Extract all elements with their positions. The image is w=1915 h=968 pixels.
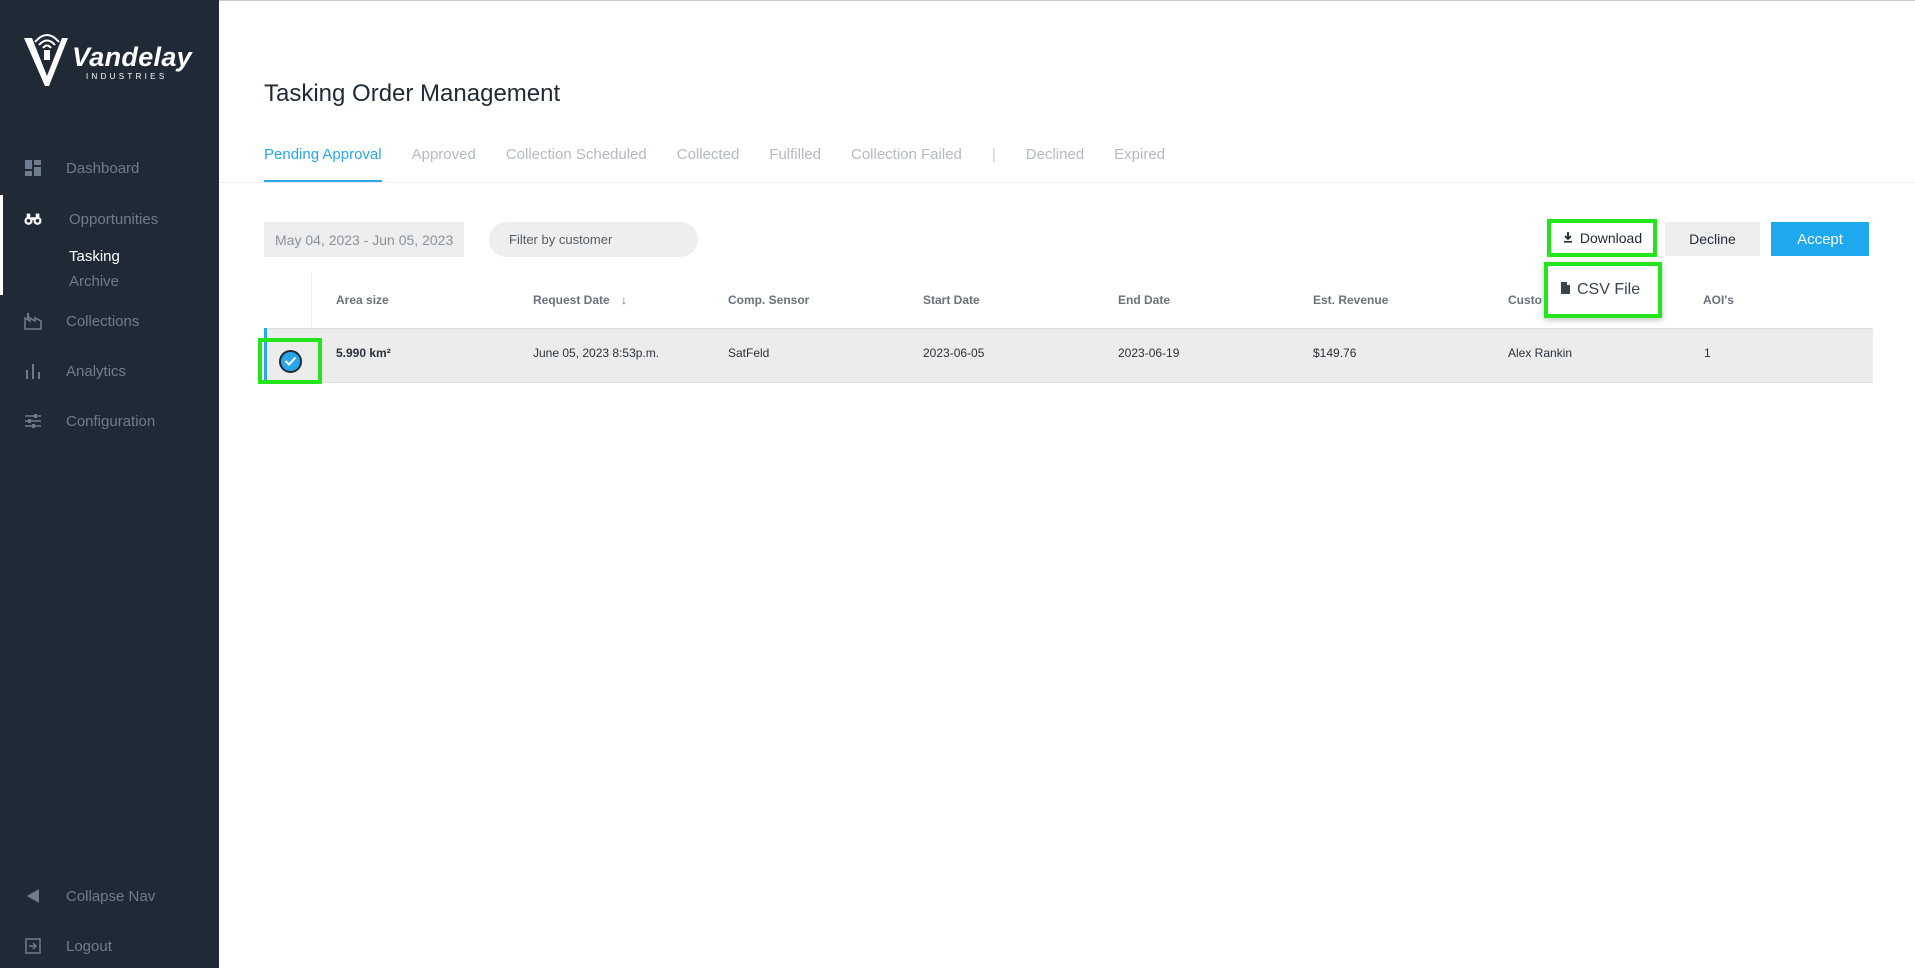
sidebar-item-label: Opportunities	[69, 210, 159, 228]
col-header-request-date[interactable]: Request Date ↓	[533, 293, 627, 307]
customer-filter-input[interactable]	[489, 222, 698, 257]
col-header-customer[interactable]: Custo	[1508, 293, 1542, 307]
cell-aois: 1	[1704, 346, 1711, 360]
col-header-start-date[interactable]: Start Date	[923, 293, 980, 307]
file-icon	[1560, 281, 1571, 300]
date-range-picker[interactable]: May 04, 2023 - Jun 05, 2023	[264, 222, 464, 257]
tab-divider: |	[991, 146, 996, 163]
sidebar-item-configuration[interactable]: Configuration	[0, 406, 219, 436]
select-column-divider	[311, 272, 312, 328]
csv-file-label: CSV File	[1577, 281, 1641, 298]
sidebar-item-opportunities[interactable]: Opportunities	[0, 204, 219, 234]
tab-approved[interactable]: Approved	[412, 146, 476, 182]
vandelay-v-logo-icon	[24, 34, 68, 86]
accept-button[interactable]: Accept	[1771, 222, 1869, 256]
cell-customer: Alex Rankin	[1508, 346, 1573, 360]
tab-collected[interactable]: Collected	[677, 146, 740, 182]
brand-name: Vandelay	[72, 42, 192, 72]
tab-pending-approval[interactable]: Pending Approval	[264, 146, 382, 182]
sort-arrow-down-icon: ↓	[621, 293, 628, 307]
download-icon	[1562, 230, 1574, 246]
cell-start-date: 2023-06-05	[923, 346, 985, 360]
sidebar-item-label: Analytics	[66, 362, 127, 380]
tab-expired[interactable]: Expired	[1114, 146, 1165, 182]
col-header-est-revenue[interactable]: Est. Revenue	[1313, 293, 1388, 307]
download-button[interactable]: Download	[1547, 219, 1657, 257]
cell-request-date: June 05, 2023 8:53p.m.	[533, 346, 660, 360]
row-select-checkbox[interactable]	[258, 338, 322, 384]
status-tabs: Pending Approval Approved Collection Sch…	[264, 146, 1195, 182]
dashboard-icon	[24, 159, 42, 177]
tabs-divider	[219, 182, 1915, 183]
tab-collection-failed[interactable]: Collection Failed	[851, 146, 962, 182]
sidebar-item-analytics[interactable]: Analytics	[0, 356, 219, 386]
cell-area-size: 5.990 km²	[336, 346, 391, 360]
collapse-nav-label: Collapse Nav	[66, 887, 156, 905]
brand-logo[interactable]: Vandelay INDUSTRIES	[22, 30, 202, 90]
col-header-aois[interactable]: AOI's	[1703, 293, 1734, 307]
logout-label: Logout	[66, 937, 112, 955]
col-header-area-size[interactable]: Area size	[336, 293, 389, 307]
col-header-comp-sensor[interactable]: Comp. Sensor	[728, 293, 809, 307]
sliders-icon	[24, 412, 42, 430]
col-header-end-date[interactable]: End Date	[1118, 293, 1170, 307]
collapse-nav-button[interactable]: Collapse Nav	[0, 881, 219, 911]
sidebar-item-collections[interactable]: Collections	[0, 306, 219, 336]
decline-button[interactable]: Decline	[1665, 222, 1760, 256]
tab-fulfilled[interactable]: Fulfilled	[769, 146, 821, 182]
binoculars-icon	[24, 210, 42, 228]
top-border	[219, 0, 1915, 1]
triangle-left-icon	[24, 887, 42, 905]
factory-icon	[24, 312, 42, 330]
checkmark-circle-icon	[278, 349, 302, 373]
col-header-label: Request Date	[533, 293, 610, 307]
download-dropdown-csv-option[interactable]: CSV File	[1544, 262, 1662, 318]
sidebar-subitem-archive[interactable]: Archive	[69, 273, 119, 290]
brand-tagline: INDUSTRIES	[86, 72, 168, 81]
sidebar-item-label: Collections	[66, 312, 140, 330]
download-label: Download	[1579, 230, 1643, 246]
logout-icon	[24, 937, 42, 955]
sidebar-item-dashboard[interactable]: Dashboard	[0, 153, 219, 183]
sidebar-subitem-tasking[interactable]: Tasking	[69, 248, 120, 265]
cell-est-revenue: $149.76	[1313, 346, 1357, 360]
sidebar: Vandelay INDUSTRIES Dashboard Opportunit…	[0, 0, 219, 968]
cell-comp-sensor: SatFeld	[728, 346, 770, 360]
sidebar-item-label: Configuration	[66, 412, 156, 430]
tab-declined[interactable]: Declined	[1026, 146, 1084, 182]
logout-button[interactable]: Logout	[0, 931, 219, 961]
sidebar-item-label: Dashboard	[66, 159, 140, 177]
tab-collection-scheduled[interactable]: Collection Scheduled	[506, 146, 647, 182]
page-title: Tasking Order Management	[264, 80, 561, 107]
cell-end-date: 2023-06-19	[1118, 346, 1180, 360]
table-row[interactable]	[264, 328, 1873, 383]
bar-chart-icon	[24, 362, 42, 380]
